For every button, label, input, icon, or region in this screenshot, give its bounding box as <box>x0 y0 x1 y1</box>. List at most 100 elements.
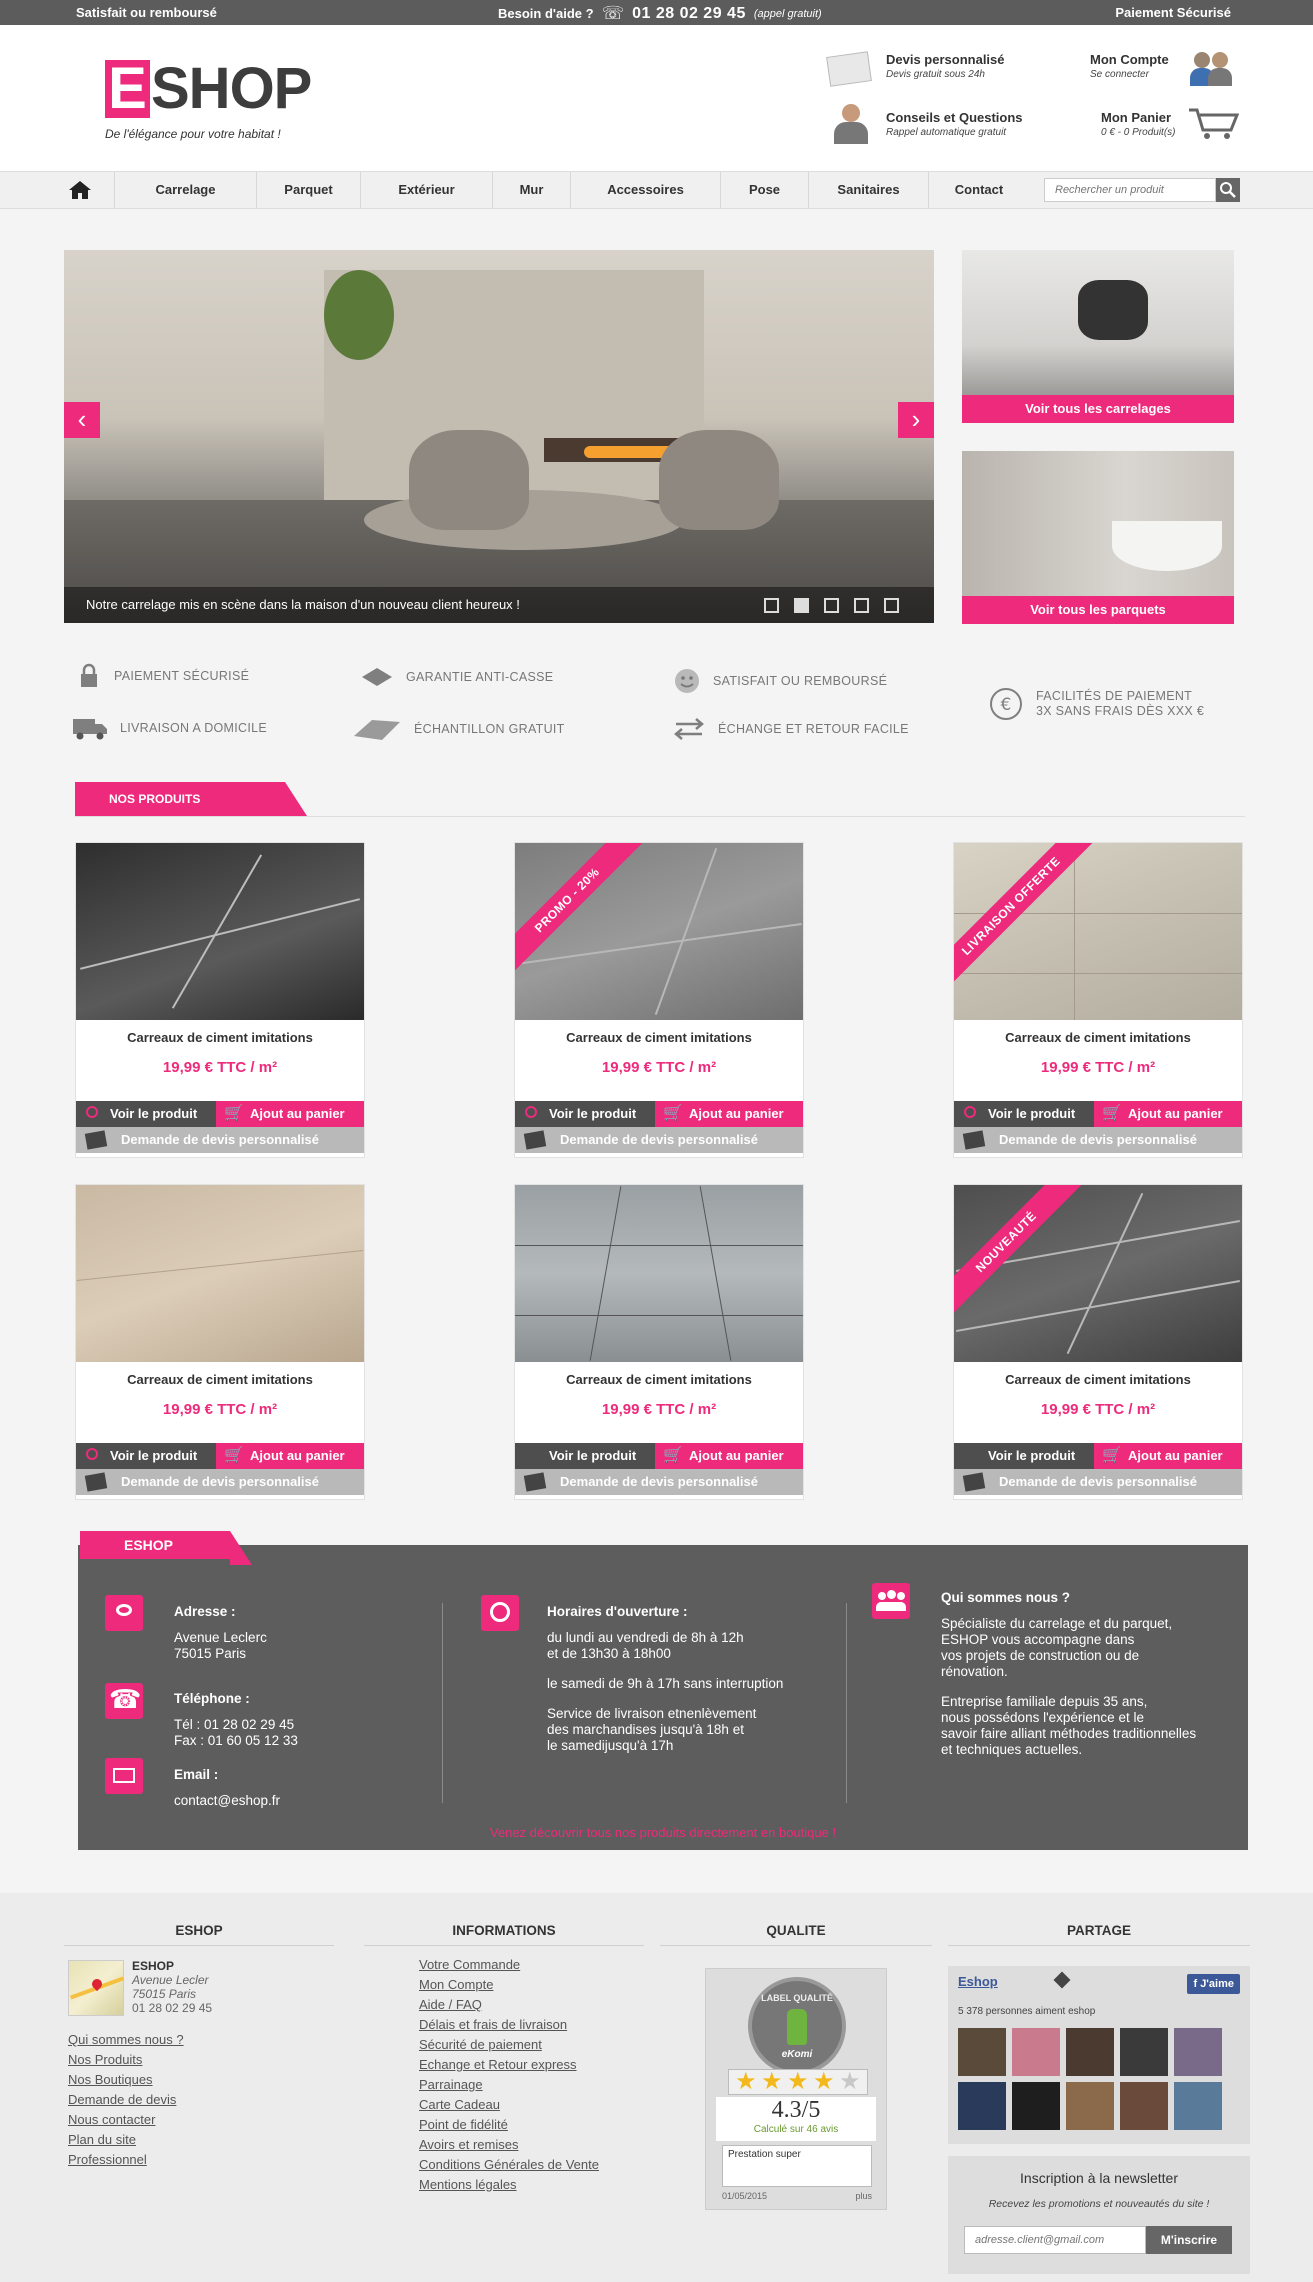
footer-link-pro[interactable]: Professionnel <box>68 2150 184 2170</box>
product-card-1[interactable]: Carreaux de ciment imitations 19,99 € TT… <box>75 842 365 1158</box>
add-to-cart-button[interactable]: 🛒 Ajout au panier <box>1094 1443 1242 1469</box>
product-card-4[interactable]: Carreaux de ciment imitations 19,99 € TT… <box>75 1184 365 1500</box>
padlock-icon <box>81 663 97 687</box>
footer-link-referral[interactable]: Parrainage <box>419 2075 599 2095</box>
view-product-button[interactable]: Voir le produit <box>515 1443 655 1469</box>
slider-dot[interactable] <box>884 598 899 613</box>
slider-dot[interactable] <box>824 598 839 613</box>
product-image[interactable] <box>76 843 364 1020</box>
feature-delivery: LIVRAISON A DOMICILE <box>72 715 267 741</box>
add-to-cart-button[interactable]: 🛒 Ajout au panier <box>1094 1101 1242 1127</box>
view-product-button[interactable]: Voir le produit <box>76 1101 216 1127</box>
info-divider-1 <box>442 1603 443 1803</box>
footer-link-payment[interactable]: Sécurité de paiement <box>419 2035 599 2055</box>
help-phone[interactable]: 01 28 02 29 45 <box>632 5 746 23</box>
home-link[interactable] <box>45 172 115 208</box>
product-card-3[interactable]: LIVRAISON OFFERTE Carreaux de ciment imi… <box>953 842 1243 1158</box>
add-to-cart-button[interactable]: 🛒 Ajout au panier <box>216 1443 364 1469</box>
quote-request-button[interactable]: Demande de devis personnalisé <box>515 1127 803 1153</box>
footer-link-returns[interactable]: Echange et Retour express <box>419 2055 599 2075</box>
review-more-link[interactable]: plus <box>855 2191 872 2201</box>
product-name[interactable]: Carreaux de ciment imitations <box>954 1030 1242 1045</box>
footer-link-contact[interactable]: Nous contacter <box>68 2110 184 2130</box>
product-name[interactable]: Carreaux de ciment imitations <box>954 1372 1242 1387</box>
footer-link-account[interactable]: Mon Compte <box>419 1975 599 1995</box>
footer-link-discounts[interactable]: Avoirs et remises <box>419 2135 599 2155</box>
footer-link-sitemap[interactable]: Plan du site <box>68 2130 184 2150</box>
quote-request-button[interactable]: Demande de devis personnalisé <box>76 1469 364 1495</box>
add-to-cart-button[interactable]: 🛒 Ajout au panier <box>216 1101 364 1127</box>
cart-icon: 🛒 <box>663 1105 683 1122</box>
banner-carrelage[interactable]: Voir tous les carrelages <box>962 250 1234 423</box>
nav-accessoires[interactable]: Accessoires <box>571 172 721 208</box>
slider-dot[interactable] <box>854 598 869 613</box>
account-block[interactable]: Mon Compte Se connecter <box>1090 52 1232 86</box>
footer-link-about[interactable]: Qui sommes nous ? <box>68 2030 184 2050</box>
product-image[interactable]: PROMO - 20% <box>515 843 803 1020</box>
footer-link-shops[interactable]: Nos Boutiques <box>68 2070 184 2090</box>
slider-next-button[interactable]: › <box>898 402 934 438</box>
quote-block[interactable]: Devis personnalisé Devis gratuit sous 24… <box>826 51 1005 87</box>
fb-like-button[interactable]: f J'aime <box>1187 1974 1240 1994</box>
quote-request-button[interactable]: Demande de devis personnalisé <box>954 1469 1242 1495</box>
add-to-cart-button[interactable]: 🛒 Ajout au panier <box>655 1101 803 1127</box>
logo-letter: E <box>105 60 150 118</box>
newsletter-email-input[interactable] <box>964 2226 1146 2254</box>
product-card-2[interactable]: PROMO - 20% Carreaux de ciment imitation… <box>514 842 804 1158</box>
nav-contact[interactable]: Contact <box>929 172 1029 208</box>
nav-carrelage[interactable]: Carrelage <box>115 172 257 208</box>
product-image[interactable] <box>76 1185 364 1362</box>
footer-link-giftcard[interactable]: Carte Cadeau <box>419 2095 599 2115</box>
product-card-5[interactable]: Carreaux de ciment imitations 19,99 € TT… <box>514 1184 804 1500</box>
product-image[interactable]: NOUVEAUTÉ <box>954 1185 1242 1362</box>
product-name[interactable]: Carreaux de ciment imitations <box>76 1372 364 1387</box>
view-product-button[interactable]: Voir le produit <box>954 1101 1094 1127</box>
product-name[interactable]: Carreaux de ciment imitations <box>76 1030 364 1045</box>
quote-request-label: Demande de devis personnalisé <box>121 1132 319 1147</box>
footer-link-order[interactable]: Votre Commande <box>419 1955 599 1975</box>
advice-block[interactable]: Conseils et Questions Rappel automatique… <box>828 104 1023 144</box>
product-name[interactable]: Carreaux de ciment imitations <box>515 1030 803 1045</box>
quote-request-button[interactable]: Demande de devis personnalisé <box>954 1127 1242 1153</box>
product-card-6[interactable]: NOUVEAUTÉ Carreaux de ciment imitations … <box>953 1184 1243 1500</box>
fb-page-name[interactable]: Eshop <box>958 1974 998 1989</box>
newsletter-subscribe-button[interactable]: M'inscrire <box>1146 2226 1232 2254</box>
footer-link-faq[interactable]: Aide / FAQ <box>419 1995 599 2015</box>
footer-link-products[interactable]: Nos Produits <box>68 2050 184 2070</box>
product-name[interactable]: Carreaux de ciment imitations <box>515 1372 803 1387</box>
view-product-button[interactable]: Voir le produit <box>76 1443 216 1469</box>
add-to-cart-button[interactable]: 🛒 Ajout au panier <box>655 1443 803 1469</box>
feature-sample: ÉCHANTILLON GRATUIT <box>352 716 565 742</box>
banner-parquet[interactable]: Voir tous les parquets <box>962 451 1234 624</box>
ekomi-widget[interactable]: LABEL QUALITÉ eKomi ★ ★ ★ ★ ★ 4.3/5 Calculé … <box>705 1968 887 2210</box>
footer-link-delivery[interactable]: Délais et frais de livraison <box>419 2015 599 2035</box>
product-image[interactable] <box>515 1185 803 1362</box>
view-product-button[interactable]: Voir le produit <box>954 1443 1094 1469</box>
hero-slider[interactable]: ‹ › Notre carrelage mis en scène dans la… <box>64 250 934 623</box>
view-product-button[interactable]: Voir le produit <box>515 1101 655 1127</box>
nav-exterieur[interactable]: Extérieur <box>361 172 493 208</box>
email-address[interactable]: contact@eshop.fr <box>174 1793 280 1809</box>
nav-mur[interactable]: Mur <box>493 172 571 208</box>
nav-sanitaires[interactable]: Sanitaires <box>809 172 929 208</box>
slider-prev-button[interactable]: ‹ <box>64 402 100 438</box>
footer-link-legal[interactable]: Mentions légales <box>419 2175 599 2195</box>
banner-parquet-button[interactable]: Voir tous les parquets <box>962 596 1234 624</box>
slider-dot[interactable] <box>794 598 809 613</box>
footer-link-terms[interactable]: Conditions Générales de Vente <box>419 2155 599 2175</box>
nav-parquet[interactable]: Parquet <box>257 172 361 208</box>
quote-request-button[interactable]: Demande de devis personnalisé <box>76 1127 364 1153</box>
product-image[interactable]: LIVRAISON OFFERTE <box>954 843 1242 1020</box>
rating-stars: ★ ★ ★ ★ ★ <box>728 2069 868 2095</box>
footer-link-loyalty[interactable]: Point de fidélité <box>419 2115 599 2135</box>
nav-pose[interactable]: Pose <box>721 172 809 208</box>
search-button[interactable] <box>1216 178 1240 202</box>
banner-carrelage-button[interactable]: Voir tous les carrelages <box>962 395 1234 423</box>
cart-block[interactable]: Mon Panier 0 € - 0 Produit(s) <box>1101 108 1239 139</box>
logo[interactable]: E SHOP <box>105 60 335 120</box>
footer-link-quote[interactable]: Demande de devis <box>68 2090 184 2110</box>
map-thumbnail[interactable] <box>68 1960 124 2016</box>
slider-dot[interactable] <box>764 598 779 613</box>
quote-request-button[interactable]: Demande de devis personnalisé <box>515 1469 803 1495</box>
search-input[interactable] <box>1044 178 1216 202</box>
